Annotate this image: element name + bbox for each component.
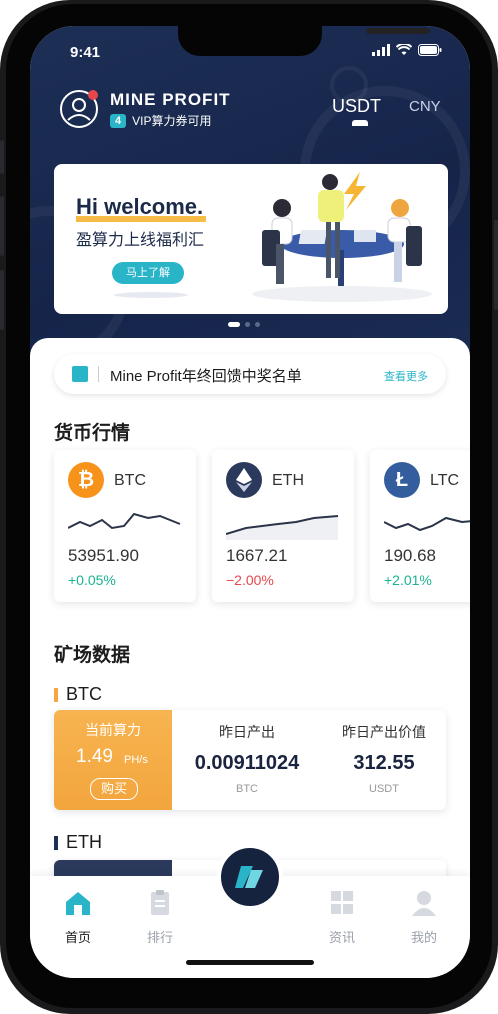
page-dot [255,322,260,327]
tab-news[interactable]: 资讯 [312,890,372,946]
market-section-title: 货币行情 [54,423,131,444]
yesterday-value-amount: 312.55 [353,752,415,774]
yesterday-value-title: 昨日产出价值 [342,724,426,740]
coin-symbol: ETH [272,472,304,489]
tab-home[interactable]: 首页 [48,890,108,946]
announcement-icon [72,366,88,382]
status-icons [372,44,442,56]
tab-profile-label: 我的 [410,930,437,945]
lightning-icon [344,172,366,210]
tab-news-label: 资讯 [328,930,355,945]
yesterday-output: 昨日产出 0.00911024 BTC [172,710,322,795]
btc-section-marker [54,688,58,702]
currency-active-indicator [352,120,368,126]
grid-icon [331,891,353,914]
buy-button[interactable]: 购买 [90,778,138,800]
yesterday-output-worth: 昨日产出价值 312.55 USDT [322,710,446,795]
power-button [494,220,498,310]
currency-tab-cny[interactable]: CNY [409,98,441,115]
btc-mining-label: BTC [66,684,102,704]
btc-mining-card: 当前算力 1.49 PH/s 购买 昨日产出 0.00911024 BTC 昨日… [54,710,446,810]
coin-symbol: BTC [114,472,146,489]
notice-text: Mine Profit年终回馈中奖名单 [110,368,302,385]
app-screen: 9:41 MINE PROFIT 4 VIP算力券可用 USDT CNY Hi … [30,26,470,978]
app-logo-icon [235,866,263,888]
coin-symbol: LTC [430,472,460,489]
home-icon [66,892,90,915]
brand-title: MINE PROFIT [110,90,231,109]
eth-section-marker [54,836,58,850]
tab-ranking[interactable]: 排行 [130,890,190,946]
center-action-button[interactable] [217,844,283,910]
tab-home-label: 首页 [64,930,91,945]
tab-profile[interactable]: 我的 [394,890,454,946]
yesterday-output-title: 昨日产出 [219,724,275,740]
notice-more-link[interactable]: 查看更多 [384,368,428,384]
hashrate-unit: PH/s [124,754,148,766]
volume-down-button [0,270,4,330]
page-dot-active [228,322,240,327]
notification-dot [88,90,98,100]
notice-bar[interactable]: Mine Profit年终回馈中奖名单 查看更多 [54,354,446,394]
battery-icon [418,44,442,56]
coin-price: 190.68 [384,546,436,565]
promo-banner[interactable]: Hi welcome. 盈算力上线福利汇 马上了解 [54,164,448,314]
tab-ranking-label: 排行 [146,930,173,945]
home-indicator [186,960,314,965]
signal-icon [372,44,390,56]
currency-tab-usdt[interactable]: USDT [332,96,381,117]
hashrate-title: 当前算力 [85,722,141,738]
sparkline [226,515,339,540]
main-content: Mine Profit年终回馈中奖名单 查看更多 货币行情 ₿ BTC 5395… [30,338,470,900]
meeting-illustration [252,172,432,302]
status-time: 9:41 [70,44,101,61]
vip-count-badge: 4 [110,113,127,128]
notch [178,26,430,56]
sparkline [384,516,470,532]
mute-switch [0,140,4,174]
litecoin-icon: Ł [384,462,420,498]
volume-up-button [0,196,4,256]
mining-section-title: 矿场数据 [54,645,131,666]
coin-change: −2.00% [226,572,274,588]
coin-card-ltc[interactable]: Ł LTC 190.68 +2.01% [370,450,470,602]
page-dot [245,322,250,327]
wifi-icon [396,44,412,55]
sparkline [68,512,181,530]
coin-card-btc[interactable]: ₿ BTC 53951.90 +0.05% [54,450,196,602]
button-shadow [114,292,188,298]
banner-subtitle: 盈算力上线福利汇 [76,232,205,249]
coin-card-eth[interactable]: ETH 1667.21 −2.00% [212,450,354,602]
headline-underline [76,216,206,222]
notice-divider [98,366,99,382]
hashrate-panel: 当前算力 1.49 PH/s 购买 [54,710,172,810]
yesterday-output-value: 0.00911024 [194,752,300,774]
coin-price: 53951.90 [68,546,139,565]
yesterday-value-unit: USDT [369,783,399,795]
vip-text: VIP算力券可用 [132,114,212,128]
banner-pagination [228,322,260,327]
ethereum-icon [226,462,262,498]
coin-change: +0.05% [68,572,116,588]
banner-learn-more-button[interactable]: 马上了解 [112,262,184,284]
yesterday-output-unit: BTC [236,783,258,795]
vip-coupon-row[interactable]: 4 VIP算力券可用 [110,112,211,129]
clipboard-icon [151,890,169,915]
hashrate-value: 1.49 [76,746,113,767]
bitcoin-icon: ₿ [68,462,104,498]
coin-change: +2.01% [384,572,432,588]
eth-mining-label: ETH [66,832,102,852]
coin-price: 1667.21 [226,546,288,565]
person-icon [412,891,436,916]
